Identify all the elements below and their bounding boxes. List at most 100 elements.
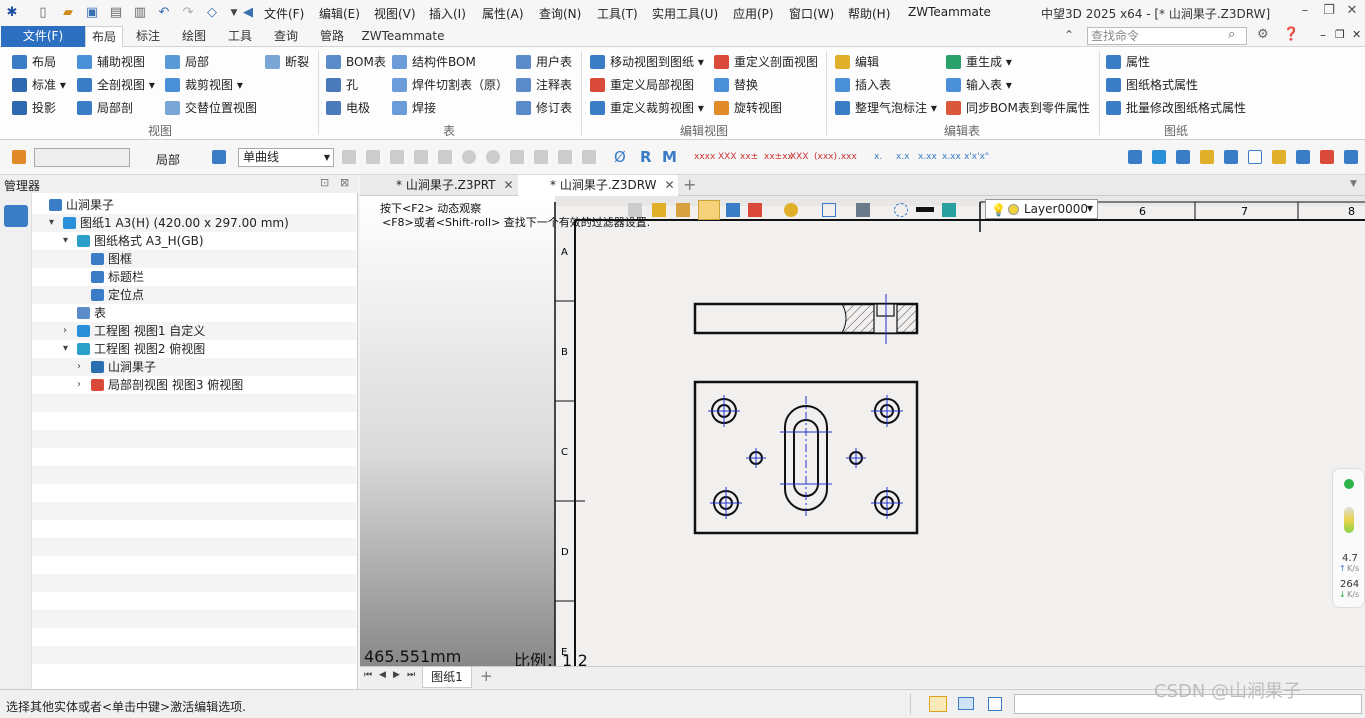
circle-icon[interactable] — [462, 150, 476, 164]
circle2-icon[interactable] — [486, 150, 500, 164]
arc-icon[interactable] — [558, 150, 572, 164]
snap-icon[interactable] — [342, 150, 356, 164]
tab-list-icon[interactable]: ▼ — [1350, 179, 1357, 189]
restore-icon[interactable]: ❐ — [1320, 3, 1338, 21]
menu-file[interactable]: 文件(F) — [264, 5, 304, 22]
layer-select-combo[interactable]: 💡 Layer0000 ▼ — [985, 199, 1098, 219]
move-view-to-sheet-button[interactable]: 移动视图到图纸 ▾ — [590, 52, 704, 72]
detail-view-button[interactable]: 局部 — [165, 52, 209, 72]
dim-style3-icon[interactable]: xx± — [740, 152, 758, 162]
chevron-right-icon[interactable]: › — [63, 322, 67, 340]
print-icon[interactable]: ▤ — [108, 5, 124, 21]
tree-node[interactable]: 山涧果子 — [32, 196, 356, 214]
spline-icon[interactable] — [534, 150, 548, 164]
tab-zwteammate[interactable]: ZWTeammate — [361, 26, 445, 47]
partial-section-button[interactable]: 局部剖 — [77, 98, 133, 118]
projection-view-button[interactable]: 投影 — [12, 98, 56, 118]
curve-select-combo[interactable]: 单曲线 ▼ — [238, 148, 334, 167]
list-icon[interactable] — [988, 697, 1002, 711]
new-file-icon[interactable]: ▯ — [35, 5, 51, 21]
tree-node[interactable]: › 山涧果子 — [32, 358, 356, 376]
float-tool-layer-icon[interactable] — [942, 203, 956, 217]
float-tool-grid-icon[interactable] — [748, 203, 762, 217]
revision-table-button[interactable]: 修订表 — [516, 98, 572, 118]
sheet-properties-button[interactable]: 属性 — [1106, 52, 1150, 72]
add-sheet-icon[interactable]: + — [480, 667, 493, 685]
view-tool2-icon[interactable] — [1152, 150, 1166, 164]
batch-modify-format-button[interactable]: 批量修改图纸格式属性 — [1106, 98, 1246, 118]
insert-table-button[interactable]: 插入表 — [835, 75, 891, 95]
precision4-icon[interactable]: x.xx — [942, 152, 961, 162]
history-manager-icon[interactable] — [4, 205, 28, 227]
dim-style2-icon[interactable]: XXX — [718, 152, 737, 162]
standard-view-button[interactable]: 标准 ▾ — [12, 75, 66, 95]
hole-table-button[interactable]: 孔 — [326, 75, 358, 95]
replace-view-button[interactable]: 替换 — [714, 75, 758, 95]
rebuild-icon[interactable]: ◇ — [204, 5, 220, 21]
redefine-detail-view-button[interactable]: 重定义局部视图 — [590, 75, 694, 95]
float-tool-linewidth-icon[interactable] — [916, 207, 934, 212]
search-icon[interactable]: ⌕ — [1228, 27, 1235, 42]
slash-icon[interactable] — [582, 150, 596, 164]
line-icon[interactable] — [414, 150, 428, 164]
view-tool5-icon[interactable] — [1224, 150, 1238, 164]
float-tool-active-icon[interactable] — [698, 200, 720, 220]
doc-tab-close-icon[interactable]: ✕ — [504, 178, 514, 192]
precision3-icon[interactable]: x.xx — [918, 152, 937, 162]
curve-icon[interactable] — [510, 150, 524, 164]
sync-bom-button[interactable]: 同步BOM表到零件属性 — [946, 98, 1090, 118]
redo-icon[interactable]: ↷ — [180, 5, 196, 21]
float-tool-undo-icon[interactable] — [628, 203, 642, 217]
tree-node[interactable]: › 工程图 视图1 自定义 — [32, 322, 356, 340]
frame-icon[interactable] — [1248, 150, 1262, 164]
back-icon[interactable]: ◀ — [240, 5, 256, 21]
electrode-table-button[interactable]: 电极 — [326, 98, 370, 118]
menu-insert[interactable]: 插入(I) — [429, 5, 466, 22]
tab-draw[interactable]: 绘图 — [175, 26, 213, 47]
tab-query[interactable]: 查询 — [267, 26, 305, 47]
menu-help[interactable]: 帮助(H) — [848, 5, 890, 22]
weld-table-button[interactable]: 焊接 — [392, 98, 436, 118]
float-tool-snap-icon[interactable] — [726, 203, 740, 217]
structure-bom-button[interactable]: 结构件BOM — [392, 52, 476, 72]
dim-style7-icon[interactable]: .xxx — [838, 152, 857, 162]
chevron-down-icon[interactable]: ▼ — [1087, 200, 1093, 218]
float-tool-pencil-icon[interactable] — [652, 203, 666, 217]
dim-style6-icon[interactable]: (xxx) — [814, 152, 837, 162]
drawing-canvas[interactable]: 6 7 8 A B C D E 按下<F2> 动态观察 <F8>或者<Shift… — [360, 196, 1365, 666]
dim-style4-icon[interactable]: xx±xx — [764, 152, 793, 162]
sheet-format-properties-button[interactable]: 图纸格式属性 — [1106, 75, 1198, 95]
help-icon[interactable]: ❓ — [1283, 27, 1299, 42]
crop-view-button[interactable]: 裁剪视图 ▾ — [165, 75, 243, 95]
line2-icon[interactable] — [438, 150, 452, 164]
file-menu-button[interactable]: 文件(F) — [1, 26, 85, 47]
anchor-icon[interactable] — [1272, 150, 1286, 164]
float-tool-sphere-icon[interactable] — [784, 203, 798, 217]
filter-combo[interactable] — [34, 148, 130, 167]
redefine-section-view-button[interactable]: 重定义剖面视图 — [714, 52, 818, 72]
lightbulb-icon[interactable]: 💡 — [991, 201, 1006, 219]
input-mode-icon[interactable] — [929, 696, 947, 712]
view-tool3-icon[interactable] — [1176, 150, 1190, 164]
settings-gear-icon[interactable]: ⚙ — [1257, 27, 1269, 42]
menu-view[interactable]: 视图(V) — [374, 5, 416, 22]
tab-piping[interactable]: 管路 — [313, 26, 351, 47]
full-section-view-button[interactable]: 全剖视图 ▾ — [77, 75, 155, 95]
menu-utilities[interactable]: 实用工具(U) — [652, 5, 718, 22]
close-icon[interactable]: ✕ — [1343, 3, 1361, 21]
bom-table-button[interactable]: BOM表 — [326, 52, 386, 72]
save-all-icon[interactable]: ▥ — [132, 5, 148, 21]
menu-query[interactable]: 查询(N) — [539, 5, 581, 22]
minimize-icon[interactable]: – — [1296, 3, 1314, 21]
tree-node[interactable]: ▾ 工程图 视图2 俯视图 — [32, 340, 356, 358]
auxiliary-view-button[interactable]: 辅助视图 — [77, 52, 145, 72]
radius-icon[interactable]: R — [640, 148, 652, 166]
precision1-icon[interactable]: x. — [874, 152, 882, 162]
menu-attribute[interactable]: 属性(A) — [482, 5, 524, 22]
float-tool-shade-icon[interactable] — [856, 203, 870, 217]
undo-icon[interactable]: ↶ — [156, 5, 172, 21]
menu-tools[interactable]: 工具(T) — [597, 5, 638, 22]
rotate-view-button[interactable]: 旋转视图 — [714, 98, 782, 118]
menu-apps[interactable]: 应用(P) — [733, 5, 774, 22]
doc-restore-icon[interactable]: ❐ — [1335, 28, 1345, 41]
